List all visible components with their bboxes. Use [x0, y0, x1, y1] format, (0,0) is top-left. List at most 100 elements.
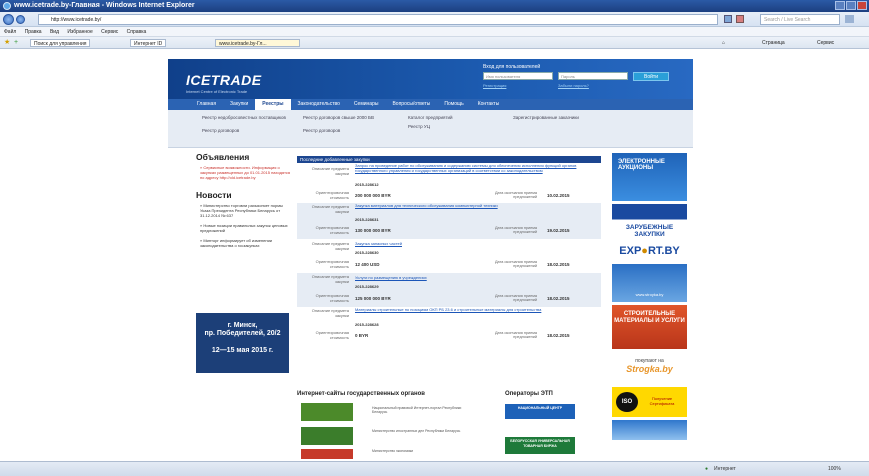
- purchase-number: 2015-228628: [355, 322, 379, 327]
- subnav-link-7[interactable]: Зарегистрированные заказчики: [513, 115, 598, 121]
- export-banner[interactable]: EXP●RT.BY: [612, 241, 687, 261]
- refresh-icon[interactable]: [724, 15, 732, 23]
- register-link[interactable]: Регистрация: [483, 83, 506, 88]
- announcement-text[interactable]: » Сервисные возможности. Информация о за…: [196, 165, 292, 180]
- operators-heading: Операторы ЭТП: [505, 391, 553, 397]
- maximize-icon[interactable]: [846, 1, 856, 10]
- news-item[interactable]: » Новые позиции правильных закупок ценов…: [196, 223, 292, 233]
- add-favorite-icon[interactable]: +: [14, 39, 18, 47]
- purchase-cost: 130 000 000 BYR: [355, 228, 391, 233]
- operator-butb[interactable]: БЕЛОРУССКАЯ УНИВЕРСАЛЬНАЯ ТОВАРНАЯ БИРЖА: [505, 437, 575, 454]
- operator-national-center[interactable]: НАЦИОНАЛЬНЫЙ ЦЕНТР: [505, 404, 575, 419]
- purchase-cost-row: Ориентировочная стоимость 200 000 000 BY…: [297, 189, 601, 203]
- purchase-cost: 125 000 000 BYR: [355, 296, 391, 301]
- subnav-link-1[interactable]: Реестр недобросовестных поставщиков: [202, 115, 287, 121]
- address-toolbar: http://www.icetrade.by/ Search / Live Se…: [0, 12, 869, 27]
- search-input[interactable]: Search / Live Search: [760, 14, 840, 25]
- subnav-link-5[interactable]: Каталог предприятий: [408, 115, 493, 121]
- subject-label: Описание предмета закупки: [311, 241, 349, 251]
- menu-view[interactable]: Вид: [50, 29, 59, 35]
- subject-label: Описание предмета закупки: [311, 274, 349, 284]
- login-button[interactable]: Войти: [633, 72, 669, 81]
- cost-label: Ориентировочная стоимость: [315, 259, 349, 269]
- search-icon[interactable]: [845, 15, 854, 23]
- nav-legislation[interactable]: Законодательство: [291, 99, 347, 110]
- menu-tools[interactable]: Сервис: [101, 29, 118, 35]
- nav-help[interactable]: Помощь: [437, 99, 470, 110]
- left-column: Объявления » Сервисные возможности. Инфо…: [196, 152, 292, 253]
- fav-item-1[interactable]: Поиск для управления: [30, 39, 91, 47]
- strogka-banner[interactable]: покупают на Strogka.by: [612, 352, 687, 384]
- zoom-level[interactable]: 100%: [828, 462, 841, 476]
- purchase-cost: 12 400 USD: [355, 262, 380, 267]
- menu-help[interactable]: Справка: [127, 29, 147, 35]
- minimize-icon[interactable]: [835, 1, 845, 10]
- purchase-number: 2015-228631: [355, 217, 379, 222]
- menu-favorites[interactable]: Избранное: [67, 29, 92, 35]
- purchase-title-link[interactable]: Запрос на проведение работ по обслуживан…: [355, 163, 595, 173]
- subnav-link-2[interactable]: Реестр договоров: [202, 128, 287, 134]
- nav-faq[interactable]: Вопросы/ответы: [385, 99, 437, 110]
- status-zone: Интернет: [714, 466, 736, 472]
- purchase-title-link[interactable]: Материалы строительные по позициям ОКП Р…: [355, 307, 595, 313]
- forgot-password-link[interactable]: Забыли пароль?: [558, 83, 589, 88]
- purchase-title-link[interactable]: Закупка запасных частей: [355, 241, 595, 247]
- news-item[interactable]: » Минторг информирует об изменении закон…: [196, 238, 292, 248]
- favorites-star-icon[interactable]: ★: [4, 39, 10, 47]
- purchase-title-link[interactable]: Услуги по размещению в учреждениях: [355, 275, 595, 281]
- mfa-banner[interactable]: [301, 427, 353, 445]
- back-icon[interactable]: [3, 14, 14, 25]
- iso-banner[interactable]: ISO Получение Сертификата: [612, 387, 687, 417]
- subnav-link-4[interactable]: Реестр договоров: [303, 128, 388, 134]
- economy-banner[interactable]: [301, 449, 353, 459]
- subnav-link-6[interactable]: Реестр УЦ: [408, 124, 493, 130]
- news-item[interactable]: » Министерство торговли разъясняет нормы…: [196, 203, 292, 218]
- stop-icon[interactable]: [736, 15, 744, 23]
- gov-site-text[interactable]: Национальный правовой Интернет-портал Ре…: [372, 406, 462, 414]
- tab-icetrade[interactable]: www.icetrade.by-Гл...: [215, 39, 300, 47]
- nav-seminars[interactable]: Семинары: [347, 99, 386, 110]
- password-input[interactable]: Пароль: [558, 72, 628, 80]
- purchase-cost-row: Ориентировочная стоимость 125 000 000 BY…: [297, 291, 601, 307]
- cost-label: Ориентировочная стоимость: [315, 330, 349, 340]
- window-controls: [835, 1, 867, 10]
- menu-edit[interactable]: Правка: [25, 29, 42, 35]
- purchase-title-link[interactable]: Закупка материалов для технического обсл…: [355, 203, 595, 209]
- stroyka-banner[interactable]: www.stroyka.by: [612, 264, 687, 302]
- tools-menu[interactable]: Сервис: [817, 39, 834, 47]
- deadline-label: Дата окончания приема предложений: [494, 191, 537, 200]
- close-icon[interactable]: [857, 1, 867, 10]
- nav-contacts[interactable]: Контакты: [471, 99, 507, 110]
- subnav-link-3[interactable]: Реестр договоров свыше 2000 БВ: [303, 115, 388, 121]
- username-input[interactable]: Имя пользователя: [483, 72, 553, 80]
- page-menu[interactable]: Страница: [762, 39, 785, 47]
- foreign-purchases-banner[interactable]: ЗАРУБЕЖНЫЕ ЗАКУПКИ: [612, 204, 687, 238]
- nav-purchases[interactable]: Закупки: [223, 99, 255, 110]
- forward-icon[interactable]: [16, 15, 25, 24]
- gov-site-text[interactable]: Министерство экономики: [372, 449, 462, 453]
- globe-icon: ●: [705, 466, 709, 472]
- blue-banner[interactable]: [612, 420, 687, 440]
- address-bar[interactable]: http://www.icetrade.by/: [38, 14, 718, 25]
- ie-logo-icon: [3, 2, 11, 10]
- auctions-banner[interactable]: ЭЛЕКТРОННЫЕ АУКЦИОНЫ: [612, 153, 687, 201]
- fav-item-2[interactable]: Интернет ID: [130, 39, 167, 47]
- home-icon[interactable]: ⌂: [722, 39, 725, 47]
- window-title: www.icetrade.by-Главная - Windows Intern…: [14, 2, 195, 9]
- building-materials-banner[interactable]: СТРОИТЕЛЬНЫЕ МАТЕРИАЛЫ И УСЛУГИ: [612, 305, 687, 349]
- purchase-date: 18.02.2015: [547, 262, 570, 267]
- event-banner[interactable]: г. Минск, пр. Победителей, 20/2 12—15 ма…: [196, 313, 289, 373]
- nav-registries[interactable]: Реестры: [255, 99, 291, 110]
- nav-home[interactable]: Главная: [190, 99, 223, 110]
- gov-site-text[interactable]: Министерство иностранных дел Республики …: [372, 429, 462, 433]
- purchase-number: 2015-228629: [355, 284, 379, 289]
- web-page: ICETRADE Internet Centre of Electronic T…: [0, 49, 869, 461]
- event-dates: 12—15 мая 2015 г.: [211, 347, 274, 354]
- menu-file[interactable]: Файл: [4, 29, 16, 35]
- window-titlebar: www.icetrade.by-Главная - Windows Intern…: [0, 0, 869, 12]
- site-logo[interactable]: ICETRADE: [186, 72, 262, 88]
- pravo-banner[interactable]: [301, 403, 353, 421]
- purchase-date: 18.02.2015: [547, 296, 570, 301]
- login-title: Вход для пользователей: [483, 64, 541, 70]
- purchase-row: Описание предмета закупки Услуги по разм…: [297, 273, 601, 291]
